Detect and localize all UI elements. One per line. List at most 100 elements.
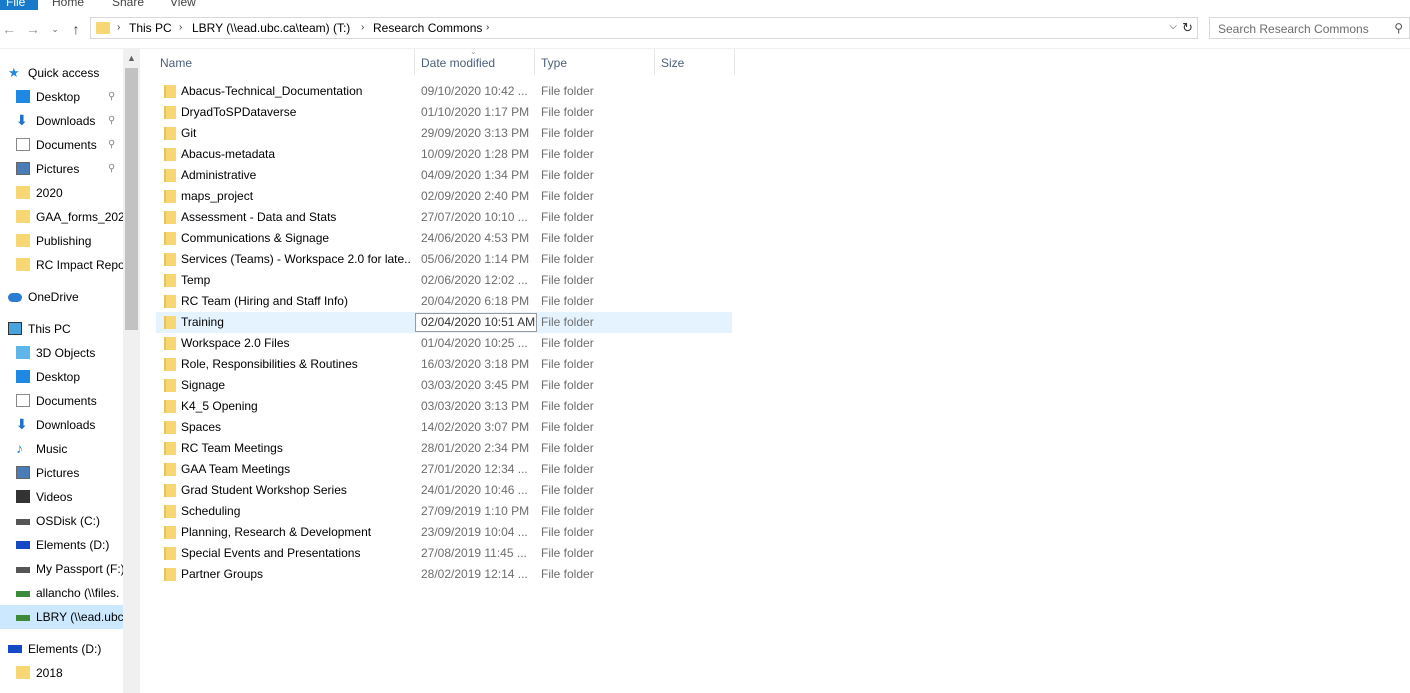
breadcrumb-separator[interactable]: ›: [179, 21, 182, 35]
pin-icon[interactable]: ⚲: [108, 85, 115, 109]
file-name[interactable]: Services (Teams) - Workspace 2.0 for lat…: [181, 249, 411, 270]
forward-arrow-icon[interactable]: →: [24, 20, 42, 38]
file-row[interactable]: Spaces 14/02/2020 3:07 PM File folder: [156, 417, 732, 438]
sidebar-item[interactable]: Videos: [0, 485, 123, 509]
address-bar[interactable]: › This PC › LBRY (\\ead.ubc.ca\team) (T:…: [90, 17, 1198, 39]
file-name[interactable]: K4_5 Opening: [181, 396, 411, 417]
file-row[interactable]: Planning, Research & Development 23/09/20…: [156, 522, 732, 543]
file-name[interactable]: Role, Responsibilities & Routines: [181, 354, 411, 375]
file-row[interactable]: Role, Responsibilities & Routines 16/03/2…: [156, 354, 732, 375]
file-row[interactable]: Git 29/09/2020 3:13 PM File folder: [156, 123, 732, 144]
file-row[interactable]: Abacus-Technical_Documentation 09/10/2020…: [156, 81, 732, 102]
sidebar-item[interactable]: GAA_forms_2020: [0, 205, 123, 229]
ribbon-tab-share[interactable]: Share: [112, 0, 144, 10]
file-row[interactable]: Partner Groups 28/02/2019 12:14 ... File f…: [156, 564, 732, 585]
sidebar-item[interactable]: OSDisk (C:): [0, 509, 123, 533]
file-row[interactable]: RC Team (Hiring and Staff Info) 20/04/202…: [156, 291, 732, 312]
file-name[interactable]: Scheduling: [181, 501, 411, 522]
sidebar-item[interactable]: Elements (D:): [0, 637, 123, 661]
up-arrow-icon[interactable]: ↑: [67, 20, 85, 38]
file-name[interactable]: Planning, Research & Development: [181, 522, 411, 543]
sidebar-item[interactable]: Elements (D:): [0, 533, 123, 557]
sidebar-item[interactable]: ⬇ Downloads: [0, 413, 123, 437]
file-name[interactable]: Git: [181, 123, 411, 144]
sidebar-item[interactable]: OneDrive: [0, 285, 123, 309]
scrollbar-thumb[interactable]: [125, 68, 138, 330]
file-name[interactable]: Signage: [181, 375, 411, 396]
ribbon-tab-home[interactable]: Home: [52, 0, 84, 10]
breadcrumb-separator[interactable]: ›: [361, 21, 364, 35]
file-name[interactable]: maps_project: [181, 186, 411, 207]
pin-icon[interactable]: ⚲: [108, 109, 115, 133]
sidebar-item[interactable]: 2020: [0, 181, 123, 205]
sidebar-item[interactable]: ⬇ Downloads ⚲: [0, 109, 123, 133]
file-name[interactable]: Workspace 2.0 Files: [181, 333, 411, 354]
file-row[interactable]: Scheduling 27/09/2019 1:10 PM File folder: [156, 501, 732, 522]
back-arrow-icon[interactable]: ←: [0, 20, 18, 38]
sidebar-item[interactable]: allancho (\\files.: [0, 581, 123, 605]
file-row[interactable]: Services (Teams) - Workspace 2.0 for lat…: [156, 249, 732, 270]
file-row[interactable]: Grad Student Workshop Series 24/01/2020 1…: [156, 480, 732, 501]
sidebar-item[interactable]: My Passport (F:): [0, 557, 123, 581]
breadcrumb-separator[interactable]: ›: [117, 21, 120, 35]
breadcrumb-separator[interactable]: ›: [486, 21, 489, 35]
file-name[interactable]: Spaces: [181, 417, 411, 438]
search-box[interactable]: Search Research Commons ⚲: [1209, 17, 1410, 39]
sidebar-item[interactable]: This PC: [0, 317, 123, 341]
file-row[interactable]: Special Events and Presentations 27/08/20…: [156, 543, 732, 564]
column-header-name[interactable]: Name: [154, 49, 415, 75]
file-name[interactable]: Training: [181, 312, 411, 333]
sidebar-item[interactable]: Pictures: [0, 461, 123, 485]
sidebar-item[interactable]: LBRY (\\ead.ubc: [0, 605, 123, 629]
sidebar-item[interactable]: Documents: [0, 389, 123, 413]
breadcrumb-lbry-drive[interactable]: LBRY (\\ead.ubc.ca\team) (T:): [192, 21, 350, 35]
sidebar-item[interactable]: 2018: [0, 661, 123, 685]
file-row[interactable]: Abacus-metadata 10/09/2020 1:28 PM File fo…: [156, 144, 732, 165]
file-name[interactable]: RC Team Meetings: [181, 438, 411, 459]
sidebar-item[interactable]: 3D Objects: [0, 341, 123, 365]
file-name[interactable]: Abacus-metadata: [181, 144, 411, 165]
file-name[interactable]: Temp: [181, 270, 411, 291]
search-icon[interactable]: ⚲: [1394, 21, 1403, 35]
pin-icon[interactable]: ⚲: [108, 133, 115, 157]
ribbon-tab-file[interactable]: File: [0, 0, 38, 10]
file-row[interactable]: RC Team Meetings 28/01/2020 2:34 PM File f…: [156, 438, 732, 459]
file-name[interactable]: RC Team (Hiring and Staff Info): [181, 291, 411, 312]
file-row[interactable]: maps_project 02/09/2020 2:40 PM File folde…: [156, 186, 732, 207]
file-name[interactable]: Communications & Signage: [181, 228, 411, 249]
sidebar-item[interactable]: RC Impact Report: [0, 253, 123, 277]
ribbon-tab-view[interactable]: View: [170, 0, 196, 10]
sidebar-item[interactable]: Pictures ⚲: [0, 157, 123, 181]
sidebar-item[interactable]: ♪ Music: [0, 437, 123, 461]
recent-locations-chevron-icon[interactable]: ⌄: [46, 20, 64, 38]
file-row[interactable]: DryadToSPDataverse 01/10/2020 1:17 PM File…: [156, 102, 732, 123]
file-row[interactable]: Temp 02/06/2020 12:02 ... File folder: [156, 270, 732, 291]
file-row[interactable]: GAA Team Meetings 27/01/2020 12:34 ... Fil…: [156, 459, 732, 480]
sidebar-item[interactable]: Documents ⚲: [0, 133, 123, 157]
file-row[interactable]: Workspace 2.0 Files 01/04/2020 10:25 ... F…: [156, 333, 732, 354]
sidebar-item[interactable]: Publishing: [0, 229, 123, 253]
file-row[interactable]: Administrative 04/09/2020 1:34 PM File fol…: [156, 165, 732, 186]
navigation-pane-scrollbar[interactable]: ▲: [123, 49, 140, 693]
file-row[interactable]: Assessment - Data and Stats 27/07/2020 10…: [156, 207, 732, 228]
file-row[interactable]: Communications & Signage 24/06/2020 4:53 …: [156, 228, 732, 249]
column-header-size[interactable]: Size: [655, 49, 735, 75]
scroll-up-arrow-icon[interactable]: ▲: [127, 53, 136, 63]
file-name[interactable]: Assessment - Data and Stats: [181, 207, 411, 228]
breadcrumb-this-pc[interactable]: This PC: [129, 21, 172, 35]
file-row[interactable]: Signage 03/03/2020 3:45 PM File folder: [156, 375, 732, 396]
sidebar-item[interactable]: Desktop ⚲: [0, 85, 123, 109]
sidebar-item[interactable]: ★ Quick access: [0, 61, 123, 85]
sidebar-item[interactable]: Desktop: [0, 365, 123, 389]
file-row[interactable]: K4_5 Opening 03/03/2020 3:13 PM File folde…: [156, 396, 732, 417]
pin-icon[interactable]: ⚲: [108, 157, 115, 181]
column-header-type[interactable]: Type: [535, 49, 655, 75]
file-name[interactable]: Administrative: [181, 165, 411, 186]
refresh-icon[interactable]: ↻: [1182, 20, 1193, 36]
file-row[interactable]: Training 02/04/2020 10:51 AM File folder: [156, 312, 732, 333]
breadcrumb-research-commons[interactable]: Research Commons: [373, 21, 482, 35]
address-dropdown-chevron-icon[interactable]: ⌵: [1169, 21, 1177, 32]
file-name[interactable]: Grad Student Workshop Series: [181, 480, 411, 501]
file-name[interactable]: Special Events and Presentations: [181, 543, 411, 564]
file-name[interactable]: DryadToSPDataverse: [181, 102, 411, 123]
